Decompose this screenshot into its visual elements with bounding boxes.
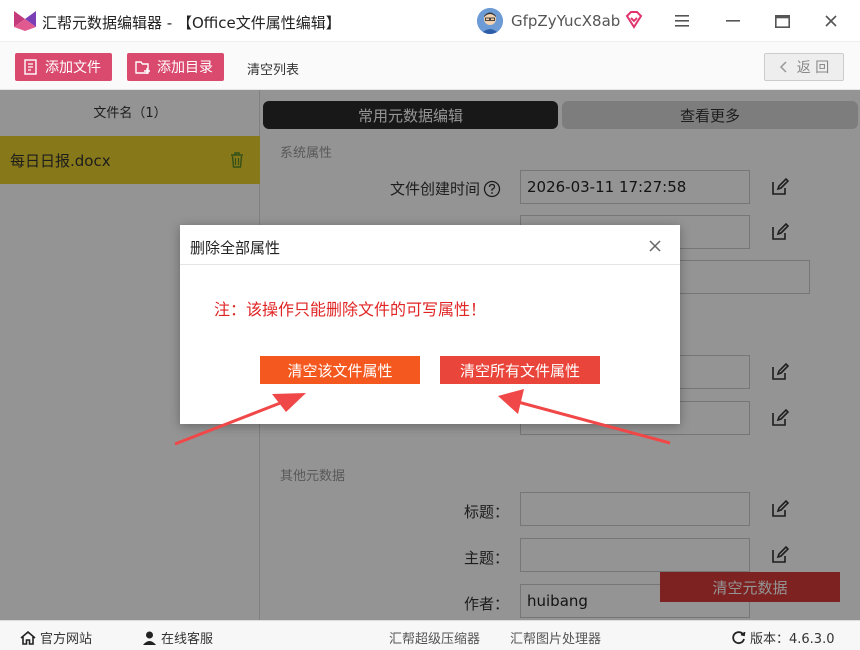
official-website-label: 官方网站 [40, 632, 93, 647]
delete-all-properties-dialog: 删除全部属性 注：该操作只能删除文件的可写属性！ 清空该文件属性 清空所有文件属… [180, 225, 680, 424]
dialog-divider [180, 264, 680, 265]
add-file-label: 添加文件 [45, 60, 101, 76]
title-bar: 汇帮元数据编辑器 - 【Office文件属性编辑】 GfpZyYucX8ab [0, 0, 860, 42]
home-icon [20, 630, 36, 645]
user-avatar-icon [477, 8, 503, 34]
online-support-label: 在线客服 [161, 632, 214, 647]
version-info[interactable]: 版本：4.6.3.0 [731, 628, 834, 647]
menu-button[interactable] [668, 8, 696, 34]
image-tool-link[interactable]: 汇帮图片处理器 [510, 628, 601, 647]
app-logo-icon [14, 11, 36, 31]
add-file-button[interactable]: 添加文件 [15, 53, 112, 81]
back-label: 返 回 [796, 60, 830, 76]
close-icon [825, 15, 837, 27]
minimize-button[interactable] [719, 8, 747, 34]
window-title: 汇帮元数据编辑器 - 【Office文件属性编辑】 [42, 14, 341, 32]
avatar[interactable] [477, 8, 503, 34]
toolbar: 添加文件 添加目录 清空列表 [0, 42, 860, 90]
official-website-link[interactable]: 官方网站 [20, 628, 92, 647]
add-file-icon [24, 59, 37, 75]
refresh-icon [732, 631, 746, 645]
status-bar: 官方网站 在线客服 汇帮超级压缩器 汇帮图片处理器 版本：4.6.3.0 [0, 620, 860, 650]
add-folder-icon [135, 61, 150, 74]
user-support-icon [143, 631, 156, 645]
close-window-button[interactable] [817, 8, 845, 34]
compressor-link[interactable]: 汇帮超级压缩器 [389, 628, 480, 647]
clear-all-files-button[interactable]: 清空所有文件属性 [440, 356, 600, 384]
maximize-icon [774, 14, 790, 28]
online-support-link[interactable]: 在线客服 [142, 628, 213, 647]
username[interactable]: GfpZyYucX8ab [511, 12, 620, 30]
clear-this-file-button[interactable]: 清空该文件属性 [260, 356, 420, 384]
close-icon[interactable] [646, 237, 664, 255]
clear-list-button[interactable]: 清空列表 [247, 59, 299, 78]
version-label: 版本：4.6.3.0 [750, 632, 835, 647]
dialog-title: 删除全部属性 [190, 239, 281, 257]
dialog-warning-message: 注：该操作只能删除文件的可写属性！ [214, 300, 487, 319]
hamburger-icon [675, 15, 689, 27]
add-directory-button[interactable]: 添加目录 [127, 53, 224, 81]
back-button[interactable]: 返 回 [764, 53, 844, 81]
vip-diamond-icon[interactable] [624, 10, 644, 30]
chevron-left-icon [779, 61, 787, 73]
maximize-button[interactable] [768, 8, 796, 34]
add-directory-label: 添加目录 [157, 60, 213, 76]
minimize-icon [726, 20, 740, 22]
